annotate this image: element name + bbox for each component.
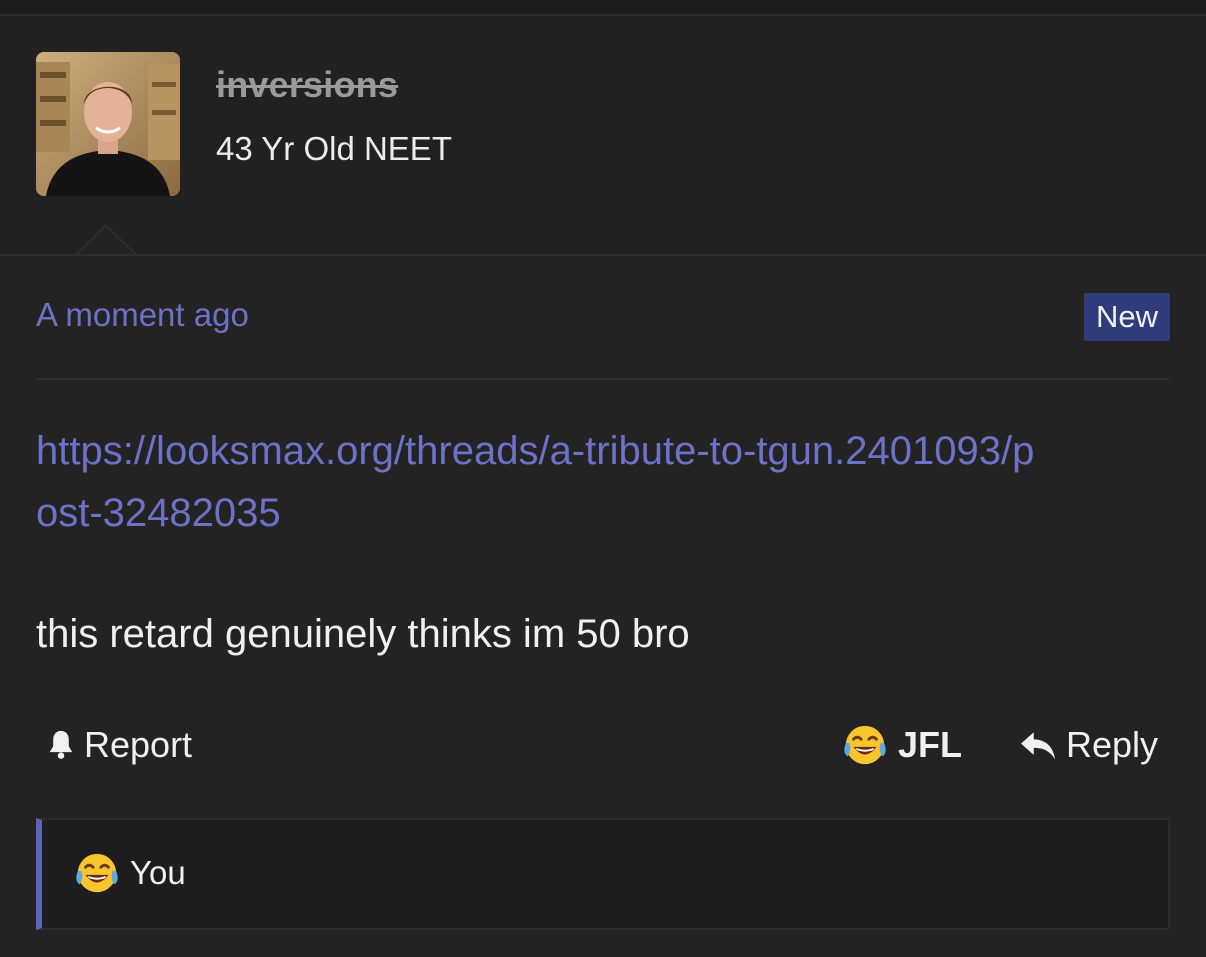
reply-arrow-icon [1021,732,1055,760]
user-header: inversions 43 Yr Old NEET [0,16,1206,254]
post-container: inversions 43 Yr Old NEET A moment ago N… [0,0,1206,957]
reactions-inner: You [74,850,186,896]
reaction-button[interactable]: JFL [842,722,962,768]
reaction-label: JFL [898,724,963,765]
reactions-summary[interactable]: You [36,818,1170,930]
post-link[interactable]: https://looksmax.org/threads/a-tribute-t… [36,420,1036,544]
reply-button[interactable]: Reply [1018,724,1158,766]
report-button[interactable]: Report [44,724,192,766]
bell-icon [49,730,73,759]
report-label: Report [84,724,193,765]
reply-label: Reply [1066,724,1159,765]
user-title: 43 Yr Old NEET [216,130,452,167]
avatar[interactable] [36,52,180,196]
post-timestamp[interactable]: A moment ago [36,296,249,334]
action-bar: Report JFL Reply [0,716,1206,776]
top-edge [0,0,1206,16]
post-body: A moment ago New https://looksmax.org/th… [0,256,1206,957]
meta-divider [36,378,1170,380]
crying-laughing-emoji-icon [844,725,886,765]
username[interactable]: inversions [216,64,398,106]
reactions-summary-label: You [130,854,186,891]
avatar-image [36,52,180,196]
new-badge: New [1083,293,1170,341]
post-text: this retard genuinely thinks im 50 bro [36,612,690,656]
pointer-arrow [76,227,136,256]
crying-laughing-emoji-icon [76,853,118,893]
